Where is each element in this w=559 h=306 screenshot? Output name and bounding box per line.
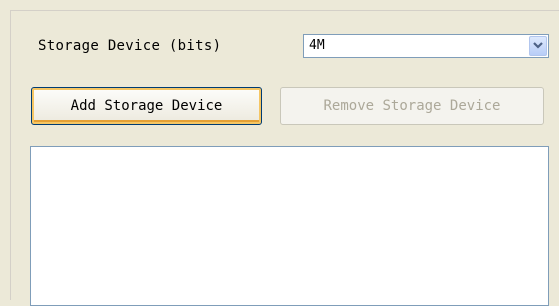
storage-size-select[interactable]: 4M <box>303 34 549 58</box>
storage-device-list[interactable] <box>30 146 549 306</box>
add-storage-device-button[interactable]: Add Storage Device <box>31 87 262 125</box>
dropdown-button[interactable] <box>529 36 547 56</box>
storage-size-value: 4M <box>309 38 325 53</box>
storage-panel: Storage Device (bits) 4M Add Storage Dev… <box>0 0 559 306</box>
panel-border <box>10 10 559 11</box>
panel-border <box>10 10 11 300</box>
remove-storage-device-button[interactable]: Remove Storage Device <box>280 87 544 125</box>
storage-device-label: Storage Device (bits) <box>38 38 222 54</box>
chevron-down-icon <box>533 42 543 49</box>
